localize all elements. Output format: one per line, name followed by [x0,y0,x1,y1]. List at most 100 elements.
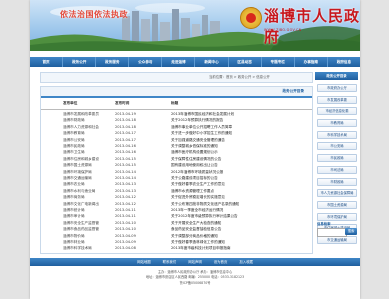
row-date: 2013-04-10 [115,227,136,232]
sidebar-item[interactable]: 市发展改革委 [317,95,357,104]
row-unit: 淄博市物价局 [63,233,85,238]
sidebar-item[interactable]: 市经济信息化委 [317,107,357,116]
sidebar-item[interactable]: 市教育局 [317,119,357,128]
row-title[interactable]: 关于调整部分商品价格的通知 [171,233,301,239]
sidebar-tab[interactable]: 政务公开目录 [315,72,358,80]
row-date: 2013-04-10 [115,220,136,225]
table-row[interactable]: 淄博市安全生产监督管理局 2013-04-10 关于开展安全生产大检查的通知 [41,220,312,226]
sidebar-item[interactable]: 市科学技术局 [317,130,357,139]
sidebar-item[interactable]: 市公安局 [317,142,357,151]
row-date: 2013-04-12 [115,201,136,206]
row-title[interactable]: 关于做好春季农业生产工作的意见 [171,181,301,187]
row-unit: 淄博市人力资源和社会保障局 [63,124,99,129]
nav-item[interactable]: 新闻中心 [195,57,229,67]
table-row[interactable]: 淄博市物价局 2013-04-09 关于调整部分商品价格的通知 [41,233,312,239]
table-row[interactable]: 淄博市财政局 2013-04-18 关于2012年预算执行情况的报告 [41,117,312,123]
footer-link[interactable]: 设为首页 [214,258,228,266]
row-title[interactable]: 淄博市水资源管理工作要点 [171,188,301,194]
row-date: 2013-04-14 [115,176,136,180]
content-tab: 政务公开目录 [41,87,312,98]
row-date: 2013-04-14 [115,169,136,174]
table-row[interactable]: 淄博市卫生局 2013-04-16 淄博市医疗机构设置规划公示 [41,149,312,155]
sidebar-item[interactable]: 市人力资源社会保障局 [317,189,357,198]
row-title[interactable]: 淄博市事业单位公开招聘工作人员简章 [171,124,301,130]
table-row[interactable]: 淄博市交通运输局 2013-04-14 关于公路建设项目招标的公告 [41,175,312,181]
sidebar-item[interactable]: 市政府办公厅 [317,84,357,92]
table-row[interactable]: 淄博市国土资源局 2013-04-15 国有建设用地使用权出让公告 [41,162,312,168]
sidebar-item[interactable]: 市国土资源局 [317,200,357,209]
nav-item[interactable]: 政务服务 [96,57,130,67]
row-date: 2013-04-08 [115,246,136,251]
row-title[interactable]: 2012年淄博市环境质量状况公报 [171,169,301,175]
row-title[interactable]: 关于2012年度市级预算执行审计结果公告 [171,213,301,219]
sidebar-item[interactable]: 市财政局 [317,177,357,186]
table-row[interactable]: 淄博市发展和改革委员会 2013-04-19 2013年淄博市国民经济和社会发展计划 [41,111,312,117]
footer-link[interactable]: 联系我们 [163,258,177,266]
table-row[interactable]: 淄博市教育局 2013-04-17 关于进一步做好中小学招生工作的通知 [41,130,312,136]
row-date: 2013-04-19 [115,112,136,116]
footer-link[interactable]: 网站声明 [188,258,202,266]
row-title[interactable]: 关于保障性住房建设情况的公告 [171,156,301,162]
footer-link[interactable]: 加入收藏 [239,258,253,266]
table-row[interactable]: 淄博市人力资源和社会保障局 2013-04-18 淄博市事业单位公开招聘工作人员简章 [41,124,312,130]
table-row[interactable]: 淄博市环境保护局 2013-04-14 2012年淄博市环境质量状况公报 [41,169,312,175]
sidebar-item[interactable]: 市司法局 [317,165,357,174]
row-title[interactable]: 关于调整城乡低保标准的通知 [171,143,301,149]
row-unit: 淄博市食品药品监督管理局 [63,227,99,232]
nav-item[interactable]: 办事指南 [295,57,328,67]
row-unit: 淄博市发展和改革委员会 [63,112,99,116]
row-title[interactable]: 关于加强道路交通安全管理的通告 [171,137,301,143]
row-title[interactable]: 关于2012年预算执行情况的报告 [171,117,301,123]
row-title[interactable]: 食品药品安全监督抽检信息公告 [171,226,301,232]
table-row[interactable]: 淄博市住房和城乡建设局 2013-04-15 关于保障性住房建设情况的公告 [41,156,312,162]
table-row[interactable]: 淄博市商务局 2013-04-12 关于促进外贸稳定增长的实施意见 [41,194,312,200]
row-title[interactable]: 国有建设用地使用权出让公告 [171,162,301,168]
table-row[interactable]: 淄博市科学技术局 2013-04-08 2013年度市级科技计划项目申报指南 [41,245,312,251]
table-row[interactable]: 淄博市食品药品监督管理局 2013-04-10 食品药品安全监督抽检信息公告 [41,226,312,232]
nav-item[interactable]: 首页 [30,57,64,67]
nav-item[interactable]: 政府信息 [328,57,360,67]
search-input[interactable] [317,228,347,237]
main-navigation: 首页 政务公开 政务服务 公众参与 走进淄博 新闻中心 区县动态 专题专栏 办事… [30,57,360,67]
breadcrumb-text[interactable]: 当前位置：首页 > 政务公开 > 信息公开 [209,73,270,82]
column-header-title: 标题 [171,101,179,105]
row-unit: 淄博市公安局 [63,137,85,142]
table-row[interactable]: 淄博市水利与渔业局 2013-04-13 淄博市水资源管理工作要点 [41,188,312,194]
row-unit: 淄博市文化广电新闻出版局 [63,201,99,206]
table-row[interactable]: 淄博市农业局 2013-04-13 关于做好春季农业生产工作的意见 [41,181,312,187]
row-date: 2013-04-17 [115,137,136,142]
row-title[interactable]: 关于公路建设项目招标的公告 [171,175,301,181]
table-row[interactable]: 淄博市审计局 2013-04-11 关于2012年度市级预算执行审计结果公告 [41,213,312,219]
row-date: 2013-04-15 [115,156,136,161]
sidebar-item[interactable]: 市交通运输局 [317,235,357,244]
row-unit: 淄博市环境保护局 [63,169,92,174]
row-title[interactable]: 关于促进外贸稳定增长的实施意见 [171,194,301,200]
nav-item[interactable]: 区县动态 [229,57,262,67]
row-title[interactable]: 关于进一步做好中小学招生工作的通知 [171,130,301,136]
row-unit: 淄博市科学技术局 [63,246,92,251]
nav-item[interactable]: 走进淄博 [162,57,196,67]
footer-link[interactable]: 网站地图 [137,258,151,266]
nav-item[interactable]: 专题专栏 [262,57,295,67]
row-title[interactable]: 淄博市医疗机构设置规划公示 [171,149,301,155]
content-tab-label[interactable]: 政务公开目录 [282,87,304,96]
row-title[interactable]: 2013年度市级科技计划项目申报指南 [171,245,301,251]
sidebar-item[interactable]: 市民政局 [317,154,357,163]
table-row[interactable]: 淄博市文化广电新闻出版局 2013-04-12 关于公布第四批非物质文化遗产名录的通… [41,201,312,207]
row-date: 2013-04-11 [115,208,136,212]
row-title[interactable]: 关于做好春季造林绿化工作的通知 [171,239,301,245]
nav-item[interactable]: 公众参与 [129,57,163,67]
row-title[interactable]: 关于公布第四批非物质文化遗产名录的通知 [171,201,301,207]
table-row[interactable]: 淄博市民政局 2013-04-16 关于调整城乡低保标准的通知 [41,143,312,149]
row-title[interactable]: 关于开展安全生产大检查的通知 [171,220,301,226]
nav-item[interactable]: 政务公开 [63,57,97,67]
row-date: 2013-04-13 [115,182,136,187]
table-row[interactable]: 淄博市统计局 2013-04-11 2013年一季度全市经济运行情况 [41,207,312,213]
table-row[interactable]: 淄博市林业局 2013-04-09 关于做好春季造林绿化工作的通知 [41,239,312,245]
row-title[interactable]: 2013年一季度全市经济运行情况 [171,207,301,213]
row-unit: 淄博市住房和城乡建设局 [63,156,99,161]
row-title[interactable]: 2013年淄博市国民经济和社会发展计划 [171,111,301,117]
sidebar-item[interactable]: 市环境保护局 [317,212,357,221]
table-row[interactable]: 淄博市公安局 2013-04-17 关于加强道路交通安全管理的通告 [41,137,312,143]
search-button[interactable]: 搜索 [345,228,357,235]
